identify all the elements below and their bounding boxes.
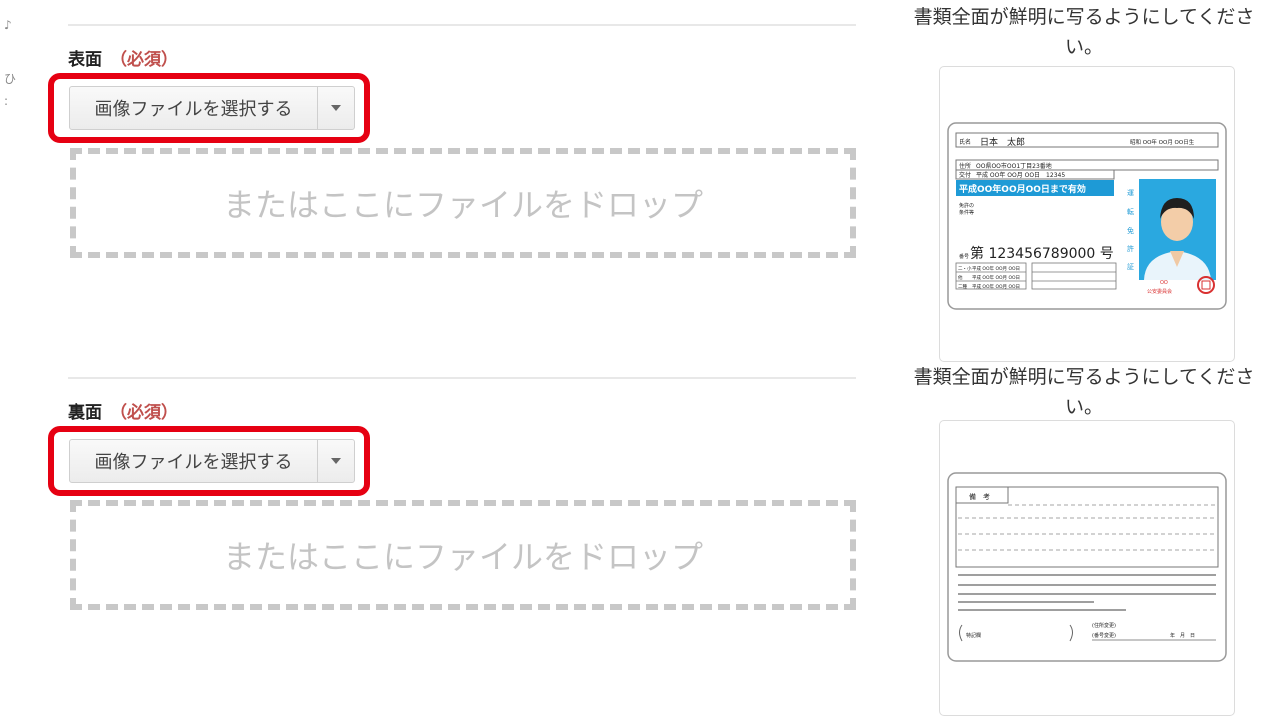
license-conditions-label: 免許の [959, 202, 974, 209]
back-label-text: 裏面 [68, 403, 102, 423]
required-badge: （必須） [110, 403, 178, 423]
license-back-sample: 備 考 特記欄 (住所変更) (番号変更) 年 月 日 [939, 420, 1235, 716]
front-field-label: 表面 （必須） [68, 45, 178, 70]
license-issue-label: 交付 [959, 171, 971, 179]
license-vertical-char: 免 [1127, 226, 1134, 235]
front-select-dropdown-button[interactable] [318, 87, 354, 129]
license-address-label: 住所 [959, 162, 971, 170]
license-special-label: 特記欄 [966, 632, 981, 639]
required-badge: （必須） [110, 50, 178, 70]
license-history-date: 平成 OO年 OO月 OO日 [972, 274, 1020, 281]
help-line: 書類全面が鮮明に写るようにしてくださ [913, 6, 1255, 28]
license-front-image: 氏名 日本 太郎 昭和 OO年 OO月 OO日生 住所 OO県OO市OO1丁目2… [947, 122, 1227, 310]
license-history-date: 平成 OO年 OO月 OO日 [972, 265, 1020, 272]
front-select-image-button[interactable]: 画像ファイルを選択する [70, 87, 318, 129]
license-record-date: 年 月 日 [1170, 632, 1195, 639]
license-address-change-label: (住所変更) [1092, 622, 1116, 629]
front-file-select-group: 画像ファイルを選択する [69, 86, 355, 130]
edge-glyph: : [4, 94, 9, 108]
license-number: 第 123456789000 号 [970, 245, 1114, 262]
license-back-image: 備 考 特記欄 (住所変更) (番号変更) 年 月 日 [947, 472, 1227, 662]
license-issue: 平成 OO年 OO月 OO日 12345 [976, 171, 1065, 179]
license-remarks-label: 備 考 [969, 492, 990, 501]
license-vertical-char: 転 [1127, 208, 1134, 216]
license-validity: 平成OO年OO月OO日まで有効 [959, 183, 1086, 195]
section-divider [68, 377, 856, 379]
license-issuer: 公安委員会 [1147, 288, 1172, 295]
license-birth: 昭和 OO年 OO月 OO日生 [1130, 138, 1195, 146]
license-history-label: 他 [958, 274, 963, 281]
caret-down-icon [331, 105, 341, 111]
license-history-label: 二種 [958, 283, 967, 290]
back-field-label: 裏面 （必須） [68, 398, 178, 423]
license-photo [1139, 179, 1216, 280]
edge-glyph: ♪ [4, 18, 12, 32]
license-record-label: (番号変更) [1092, 632, 1116, 639]
back-select-dropdown-button[interactable] [318, 440, 354, 482]
front-dropzone[interactable]: またはここにファイルをドロップ [70, 148, 856, 258]
license-vertical-char: 運 [1127, 188, 1134, 197]
caret-down-icon [331, 458, 341, 464]
license-name-label: 氏名 [959, 138, 971, 146]
help-line: い。 [1064, 36, 1103, 58]
license-vertical-char: 許 [1127, 244, 1134, 253]
license-front-sample: 氏名 日本 太郎 昭和 OO年 OO月 OO日生 住所 OO県OO市OO1丁目2… [939, 66, 1235, 362]
section-divider [68, 24, 856, 26]
back-dropzone[interactable]: またはここにファイルをドロップ [70, 500, 856, 610]
help-line: 書類全面が鮮明に写るようにしてくださ [913, 366, 1255, 388]
help-line: い。 [1064, 396, 1103, 418]
back-select-image-button[interactable]: 画像ファイルを選択する [70, 440, 318, 482]
back-help-text: 書類全面が鮮明に写るようにしてくださ い。 [898, 362, 1270, 422]
license-address: OO県OO市OO1丁目23番地 [976, 162, 1052, 170]
license-number-label: 番号 [959, 253, 969, 260]
license-history-label: 二・小 [958, 265, 972, 272]
license-vertical-char: 証 [1127, 262, 1134, 271]
back-file-select-group: 画像ファイルを選択する [69, 439, 355, 483]
front-help-text: 書類全面が鮮明に写るようにしてくださ い。 [898, 2, 1270, 62]
front-label-text: 表面 [68, 50, 102, 70]
license-conditions-label: 条件等 [959, 209, 974, 216]
license-name: 日本 太郎 [980, 136, 1025, 148]
edge-glyph: ひ [4, 72, 17, 86]
license-history-date: 平成 OO年 OO月 OO日 [972, 283, 1020, 290]
license-issuer-small: OO [1160, 280, 1168, 286]
